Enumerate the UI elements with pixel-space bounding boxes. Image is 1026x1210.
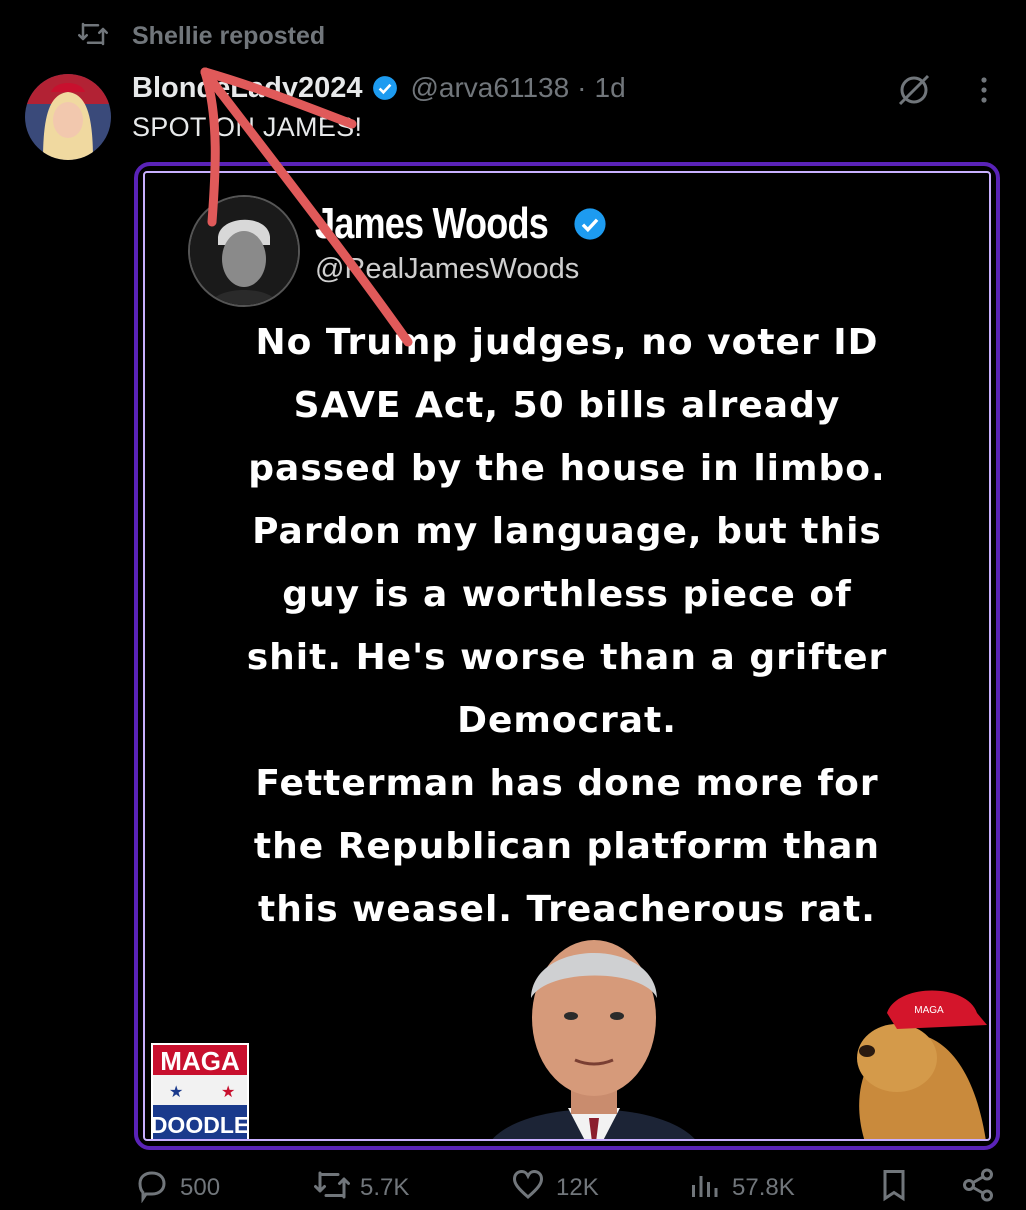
- tweet-text: SPOT ON JAMES!: [132, 112, 363, 142]
- quote-line: passed by the house in limbo.: [248, 448, 886, 489]
- post-media-image[interactable]: James Woods @RealJamesWoods No Trump jud…: [134, 162, 1000, 1150]
- grok-icon[interactable]: [894, 70, 934, 110]
- post-actions: 500 5.7K 12K 57.8K: [134, 1168, 1014, 1208]
- views-button[interactable]: 57.8K: [686, 1167, 876, 1210]
- repost-label: Shellie reposted: [132, 21, 326, 50]
- share-button[interactable]: [960, 1167, 996, 1210]
- quote-line: Democrat.: [457, 700, 677, 741]
- quote-text: No Trump judges, no voter ID SAVE Act, 5…: [145, 311, 989, 941]
- quote-line: shit. He's worse than a grifter: [246, 637, 888, 678]
- quote-line: Fetterman has done more for: [255, 763, 879, 804]
- more-icon[interactable]: [964, 70, 1004, 110]
- quoted-name: James Woods: [315, 199, 549, 248]
- post-time[interactable]: 1d: [595, 72, 626, 104]
- quote-line: No Trump judges, no voter ID: [255, 322, 879, 363]
- dog-maga-hat-illustration: MAGA: [837, 973, 989, 1139]
- svg-text:★: ★: [221, 1084, 235, 1101]
- reply-count: 500: [180, 1174, 221, 1201]
- maga-doodle-logo: MAGA ★ ★ DOODLE: [151, 1043, 249, 1139]
- repost-indicator[interactable]: Shellie reposted: [78, 18, 325, 54]
- quoted-verified-icon: [573, 207, 607, 246]
- like-count: 12K: [556, 1174, 599, 1201]
- avatar[interactable]: [25, 74, 111, 160]
- views-count: 57.8K: [732, 1174, 795, 1201]
- svg-text:MAGA: MAGA: [160, 1046, 240, 1076]
- reply-icon: [134, 1167, 170, 1210]
- author-row: BlondeLady2024 @arva61138 · 1d: [132, 68, 626, 108]
- svg-text:DOODLE: DOODLE: [151, 1112, 249, 1138]
- reply-button[interactable]: 500: [134, 1167, 314, 1210]
- media-frame: James Woods @RealJamesWoods No Trump jud…: [143, 171, 991, 1141]
- author-name[interactable]: BlondeLady2024: [132, 72, 362, 105]
- quoted-avatar: [188, 195, 300, 307]
- politician-photo: [463, 918, 725, 1139]
- bookmark-button[interactable]: [876, 1167, 960, 1210]
- repost-icon: [78, 21, 108, 52]
- share-icon: [960, 1167, 996, 1210]
- repost-count: 5.7K: [360, 1174, 410, 1201]
- quote-line: SAVE Act, 50 bills already: [293, 385, 841, 426]
- quoted-handle: @RealJamesWoods: [315, 253, 580, 285]
- quote-line: the Republican platform than: [253, 826, 881, 867]
- svg-text:★: ★: [169, 1084, 183, 1101]
- repost-icon: [314, 1169, 350, 1208]
- views-icon: [686, 1167, 722, 1210]
- author-handle[interactable]: @arva61138: [410, 72, 569, 104]
- like-button[interactable]: 12K: [510, 1167, 686, 1210]
- quote-line: guy is a worthless piece of: [282, 574, 852, 615]
- svg-text:MAGA: MAGA: [914, 1005, 944, 1016]
- repost-button[interactable]: 5.7K: [314, 1169, 510, 1208]
- separator-dot: ·: [577, 72, 587, 103]
- bookmark-icon: [876, 1167, 912, 1210]
- like-icon: [510, 1167, 546, 1210]
- verified-icon: [372, 75, 398, 101]
- quote-line: Pardon my language, but this: [252, 511, 882, 552]
